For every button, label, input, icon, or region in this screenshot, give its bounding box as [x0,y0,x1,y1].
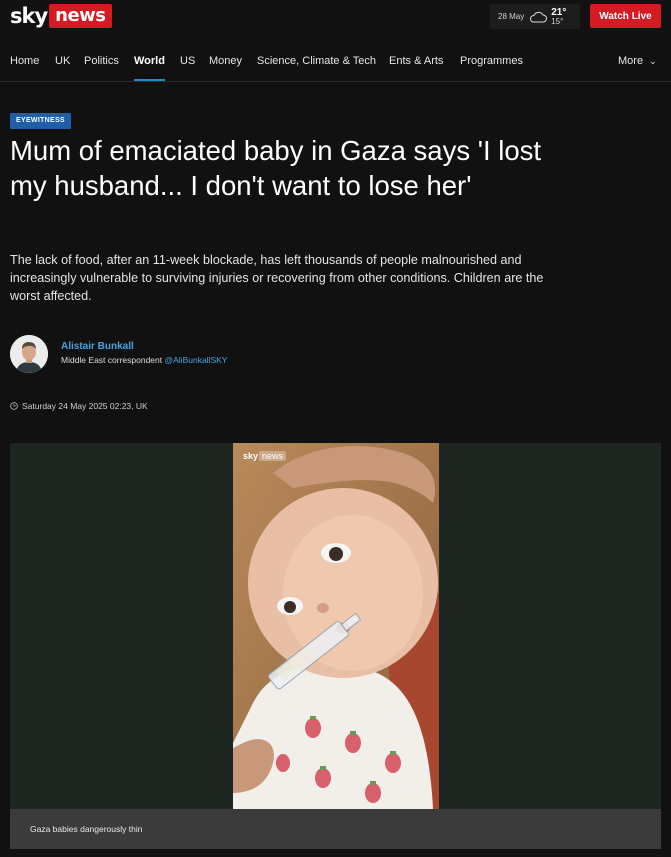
nav-item-uk[interactable]: UK [55,55,70,67]
video-still-baby [233,443,439,809]
cloud-icon [530,11,548,22]
weather-widget[interactable]: 28 May 21° 15° [490,4,580,29]
video-frame[interactable]: sky news [233,443,439,809]
publish-timestamp: Saturday 24 May 2025 02:23, UK [10,401,148,411]
watermark-news: news [259,451,287,461]
watermark-sky: sky [243,451,259,461]
logo-sky-text: sky [10,4,48,28]
video-caption: Gaza babies dangerously thin [10,809,661,849]
top-bar: sky news 28 May 21° 15° Watch Live [0,0,671,36]
nav-item-politics[interactable]: Politics [84,55,119,67]
timestamp-text: Saturday 24 May 2025 02:23, UK [22,401,148,411]
nav-item-us[interactable]: US [180,55,195,67]
author-twitter-handle[interactable]: @AliBunkallSKY [165,355,228,365]
author-photo [10,335,48,373]
nav-item-science[interactable]: Science, Climate & Tech [257,55,376,67]
weather-high: 21° [551,6,567,18]
main-nav: Home UK Politics World US Money Science,… [0,44,671,82]
category-tag[interactable]: EYEWITNESS [10,113,71,129]
watch-live-button[interactable]: Watch Live [590,4,661,28]
sky-news-logo[interactable]: sky news [10,4,112,28]
author-role-line: Middle East correspondent @AliBunkallSKY [61,355,227,365]
nav-item-money[interactable]: Money [209,55,242,67]
active-nav-indicator [134,79,165,81]
nav-item-ents-arts[interactable]: Ents & Arts [389,55,443,67]
clock-icon [10,402,18,410]
caption-text: Gaza babies dangerously thin [30,824,143,834]
weather-date: 28 May [498,12,525,21]
author-role: Middle East correspondent [61,355,163,365]
author-avatar[interactable] [10,335,48,373]
standfirst: The lack of food, after an 11-week block… [10,253,544,303]
video-watermark: sky news [243,451,287,461]
nav-item-programmes[interactable]: Programmes [460,55,523,67]
chevron-down-icon: ⌄ [649,56,657,66]
nav-more-label: More [618,55,644,67]
nav-item-home[interactable]: Home [10,55,39,67]
weather-temps: 21° 15° [551,6,567,26]
author-name[interactable]: Alistair Bunkall [61,341,134,352]
nav-more-button[interactable]: More ⌄ [618,55,657,67]
nav-item-world[interactable]: World [134,55,165,67]
headline: Mum of emaciated baby in Gaza says 'I lo… [10,135,542,201]
weather-low: 15° [551,16,564,26]
logo-news-text: news [49,4,112,28]
